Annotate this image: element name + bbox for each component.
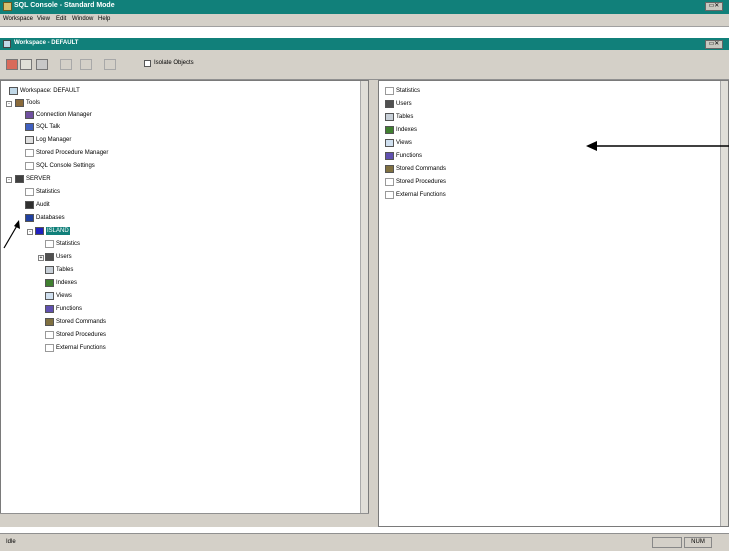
left-annotation-arrow: [3, 223, 19, 249]
status-text: Idle: [6, 539, 16, 545]
status-bar: Idle NUM: [0, 533, 729, 551]
annotation-arrows: [3, 141, 729, 249]
status-cell-num: NUM: [684, 537, 712, 548]
left-arrow-head: [14, 220, 20, 229]
status-cell-1: [652, 537, 682, 548]
right-arrow-head: [586, 141, 597, 151]
